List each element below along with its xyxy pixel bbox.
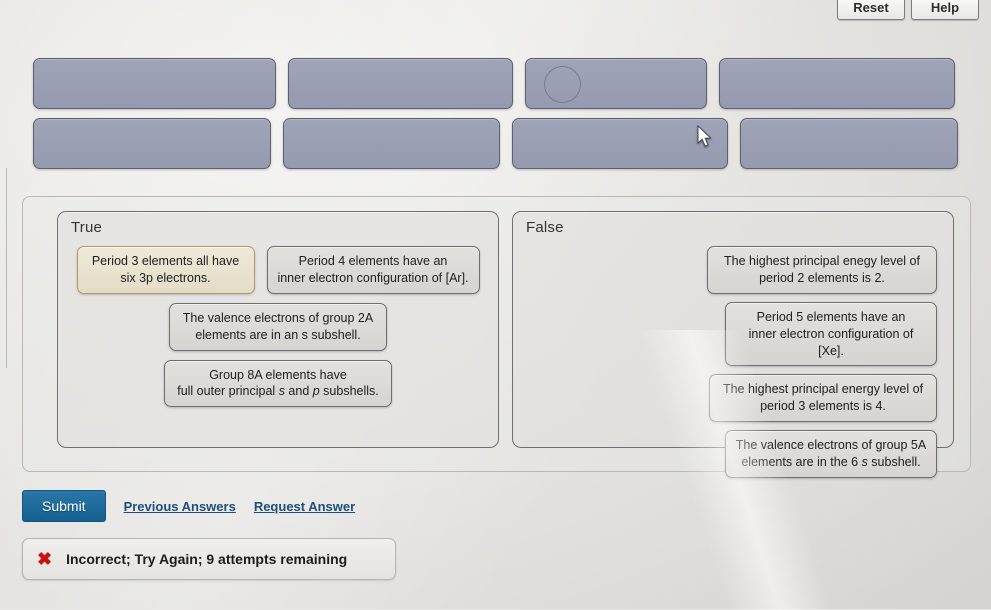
page-edge-line bbox=[6, 168, 7, 368]
answer-tile[interactable]: The valence electrons of group 5A element… bbox=[725, 430, 937, 478]
drop-slot[interactable] bbox=[740, 118, 958, 169]
footer-actions: Submit Previous Answers Request Answer bbox=[22, 490, 962, 522]
bin-false-label: False bbox=[526, 219, 564, 236]
cross-mark-icon: ✖ bbox=[37, 549, 53, 569]
drop-target-row bbox=[33, 118, 958, 169]
bin-false-items: The highest principal enegy level of peri… bbox=[513, 246, 953, 478]
drop-slot[interactable] bbox=[511, 118, 729, 169]
bin-false[interactable]: False The highest principal enegy level … bbox=[512, 211, 954, 478]
drop-slot[interactable] bbox=[525, 58, 707, 109]
drop-target-row bbox=[33, 58, 958, 109]
previous-answers-link[interactable]: Previous Answers bbox=[124, 499, 236, 514]
answer-area: True Period 3 elements all have six 3p el… bbox=[22, 196, 971, 478]
feedback-message: Incorrect; Try Again; 9 attempts remaini… bbox=[66, 551, 348, 567]
drop-slot[interactable] bbox=[288, 58, 513, 109]
answer-tile[interactable]: The valence electrons of group 2A element… bbox=[169, 302, 387, 351]
drop-slot[interactable] bbox=[283, 118, 500, 169]
answer-tile[interactable]: The highest principal enegy level of peri… bbox=[707, 246, 937, 294]
bin-true[interactable]: True Period 3 elements all have six 3p el… bbox=[57, 211, 499, 448]
drop-slot[interactable] bbox=[719, 58, 955, 109]
bins-container: True Period 3 elements all have six 3p el… bbox=[57, 211, 954, 478]
answer-tile[interactable]: Group 8A elements have full outer princip… bbox=[164, 359, 392, 408]
answer-tile[interactable]: Period 4 elements have an inner electron … bbox=[266, 246, 480, 294]
request-answer-link[interactable]: Request Answer bbox=[254, 499, 355, 514]
drop-slot[interactable] bbox=[33, 118, 272, 169]
feedback-banner: ✖ Incorrect; Try Again; 9 attempts remai… bbox=[22, 538, 396, 580]
help-button[interactable]: Help bbox=[911, 0, 979, 20]
answer-tile[interactable]: Period 3 elements all have six 3p electro… bbox=[76, 246, 255, 294]
answer-tile[interactable]: The highest principal energy level of per… bbox=[709, 374, 937, 423]
drop-slot-ghost-outline bbox=[544, 66, 581, 103]
footer: Submit Previous Answers Request Answer ✖… bbox=[22, 490, 962, 580]
submit-button[interactable]: Submit bbox=[22, 490, 106, 522]
drop-target-bank bbox=[33, 58, 958, 178]
bin-true-items: Period 3 elements all have six 3p electro… bbox=[58, 246, 498, 408]
answer-tile[interactable]: Period 5 elements have an inner electron … bbox=[725, 301, 937, 367]
bin-true-label: True bbox=[71, 219, 103, 236]
bin-true-row-1: Period 3 elements all have six 3p electro… bbox=[76, 246, 480, 294]
drop-slot[interactable] bbox=[33, 58, 276, 109]
toolbar: Reset Help bbox=[837, 0, 979, 20]
reset-button[interactable]: Reset bbox=[837, 0, 905, 20]
